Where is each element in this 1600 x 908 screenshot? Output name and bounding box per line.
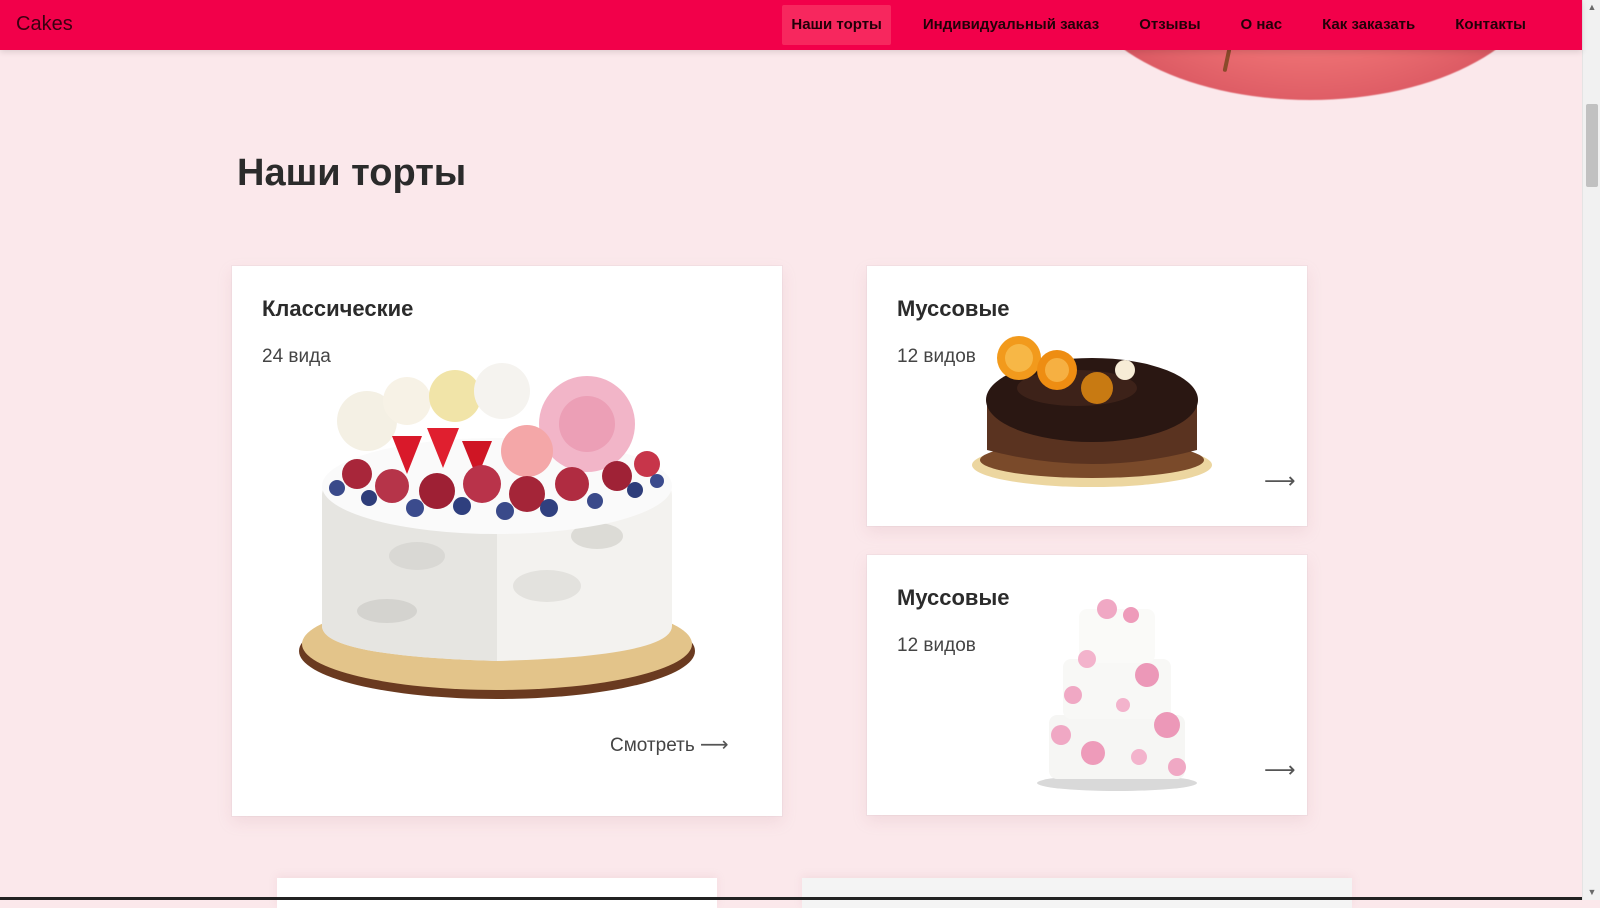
- brand-logo[interactable]: Cakes: [16, 13, 73, 36]
- nav-item-about[interactable]: О нас: [1221, 5, 1303, 45]
- view-link-label: Смотреть: [610, 735, 695, 756]
- nav-item-custom-order[interactable]: Индивидуальный заказ: [903, 5, 1119, 45]
- card-title: Классические: [262, 296, 414, 321]
- nav-item-our-cakes[interactable]: Наши торты: [782, 5, 891, 45]
- card-count: 12 видов: [897, 635, 976, 656]
- category-card-partial-right[interactable]: [802, 878, 1352, 908]
- category-card-mousse-2[interactable]: Муссовые 12 видов ⟶: [867, 555, 1307, 815]
- top-navbar: Cakes Наши торты Индивидуальный заказ От…: [0, 0, 1582, 50]
- berry-cake-illustration: [299, 363, 695, 699]
- nav-item-reviews[interactable]: Отзывы: [1119, 5, 1220, 45]
- tiered-wedding-cake-illustration: [1037, 599, 1197, 791]
- chocolate-mousse-cake-illustration: [972, 336, 1212, 487]
- category-card-partial-left[interactable]: [277, 878, 717, 908]
- scroll-thumb[interactable]: [1586, 104, 1598, 187]
- card-title: Муссовые: [897, 585, 1010, 610]
- category-card-mousse-1[interactable]: Муссовые 12 видов ⟶: [867, 266, 1307, 526]
- category-card-classic[interactable]: Классические 24 вида Смотреть ⟶: [232, 266, 782, 816]
- page-scrollbar[interactable]: ▲ ▼: [1582, 0, 1600, 900]
- section-title: Наши торты: [237, 152, 467, 194]
- arrow-right-icon[interactable]: ⟶: [1264, 757, 1296, 783]
- scroll-down-icon[interactable]: ▼: [1587, 887, 1597, 897]
- main-nav: Наши торты Индивидуальный заказ Отзывы О…: [782, 0, 1546, 50]
- scroll-up-icon[interactable]: ▲: [1587, 2, 1597, 12]
- nav-item-how-to-order[interactable]: Как заказать: [1302, 5, 1435, 45]
- nav-item-contacts[interactable]: Контакты: [1435, 5, 1546, 45]
- arrow-right-icon: ⟶: [700, 734, 729, 756]
- view-link[interactable]: Смотреть ⟶: [610, 732, 729, 757]
- arrow-right-icon[interactable]: ⟶: [1264, 468, 1296, 494]
